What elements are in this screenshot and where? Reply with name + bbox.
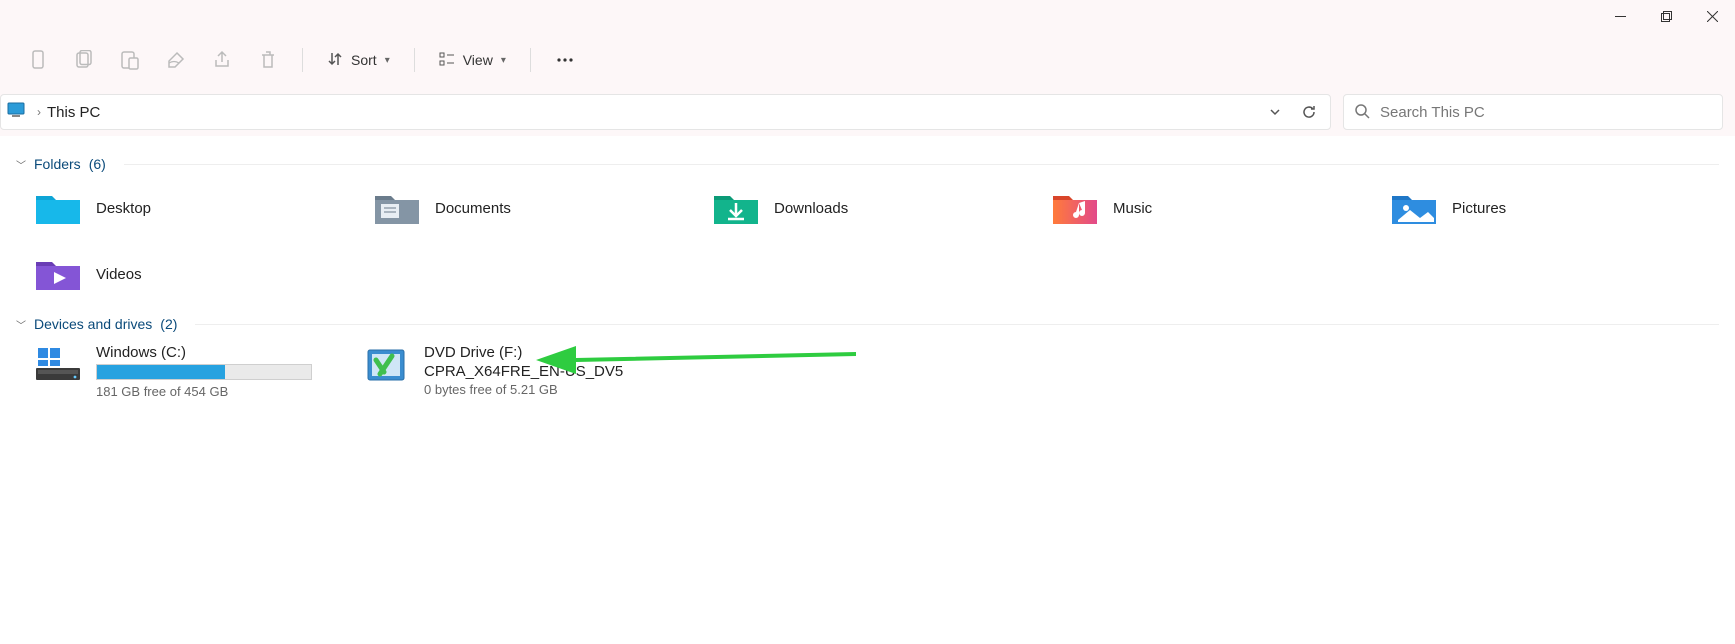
sort-label: Sort	[351, 52, 377, 68]
drive-dvd-f[interactable]: DVD Drive (F:) CPRA_X64FRE_EN-US_DV5 0 b…	[362, 344, 662, 399]
copy-icon	[74, 50, 94, 70]
view-icon	[439, 51, 455, 70]
drive-free-text: 181 GB free of 454 GB	[96, 384, 312, 399]
view-button[interactable]: View ▾	[429, 40, 516, 80]
music-folder-icon	[1051, 188, 1099, 228]
rename-button[interactable]	[156, 40, 196, 80]
folder-downloads[interactable]: Downloads	[712, 184, 1041, 232]
collapse-icon: ﹀	[16, 317, 26, 332]
more-button[interactable]	[545, 40, 585, 80]
breadcrumb-location[interactable]: This PC	[47, 104, 100, 121]
group-count: (6)	[89, 156, 106, 172]
breadcrumb-separator-icon: ›	[37, 105, 41, 119]
close-button[interactable]	[1689, 0, 1735, 32]
drive-name: Windows (C:)	[96, 344, 312, 361]
folder-pictures[interactable]: Pictures	[1390, 184, 1719, 232]
group-header-drives[interactable]: ﹀ Devices and drives (2)	[16, 316, 1719, 332]
group-header-folders[interactable]: ﹀ Folders (6)	[16, 156, 1719, 172]
drive-name-line2: CPRA_X64FRE_EN-US_DV5	[424, 363, 623, 380]
dvd-drive-icon	[362, 344, 410, 384]
toolbar-separator	[530, 48, 531, 72]
pictures-folder-icon	[1390, 188, 1438, 228]
os-drive-icon	[34, 344, 82, 384]
folder-label: Pictures	[1452, 200, 1506, 217]
view-label: View	[463, 52, 493, 68]
drive-free-text: 0 bytes free of 5.21 GB	[424, 382, 623, 397]
drive-usage-bar	[96, 364, 312, 380]
toolbar-separator	[302, 48, 303, 72]
documents-folder-icon	[373, 188, 421, 228]
folder-label: Videos	[96, 266, 142, 283]
command-toolbar: Sort ▾ View ▾	[0, 32, 1735, 88]
group-count: (2)	[160, 316, 177, 332]
search-icon	[1354, 103, 1370, 122]
folder-music[interactable]: Music	[1051, 184, 1380, 232]
cut-button[interactable]	[18, 40, 58, 80]
paste-icon	[120, 50, 140, 70]
more-icon	[555, 50, 575, 70]
collapse-icon: ﹀	[16, 157, 26, 172]
drive-name-line1: DVD Drive (F:)	[424, 344, 623, 361]
chevron-down-icon: ▾	[501, 55, 506, 66]
folder-label: Documents	[435, 200, 511, 217]
address-bar[interactable]: › This PC	[0, 94, 1331, 130]
toolbar-separator	[414, 48, 415, 72]
search-input[interactable]	[1380, 104, 1712, 121]
folders-grid: Desktop Documents Downloads Music Pictur	[16, 184, 1719, 298]
rename-icon	[166, 50, 186, 70]
minimize-button[interactable]	[1597, 0, 1643, 32]
sort-icon	[327, 51, 343, 70]
folder-label: Desktop	[96, 200, 151, 217]
address-history-button[interactable]	[1258, 95, 1292, 129]
paste-button[interactable]	[110, 40, 150, 80]
folder-videos[interactable]: Videos	[34, 250, 363, 298]
refresh-icon	[1301, 104, 1317, 120]
share-button[interactable]	[202, 40, 242, 80]
delete-button[interactable]	[248, 40, 288, 80]
folder-label: Music	[1113, 200, 1152, 217]
sort-button[interactable]: Sort ▾	[317, 40, 400, 80]
maximize-button[interactable]	[1643, 0, 1689, 32]
copy-button[interactable]	[64, 40, 104, 80]
group-label: Folders	[34, 156, 81, 172]
desktop-folder-icon	[34, 188, 82, 228]
folder-documents[interactable]: Documents	[373, 184, 702, 232]
chevron-down-icon	[1269, 106, 1281, 118]
folder-label: Downloads	[774, 200, 848, 217]
chevron-down-icon: ▾	[385, 55, 390, 66]
share-icon	[212, 50, 232, 70]
group-label: Devices and drives	[34, 316, 152, 332]
this-pc-icon	[7, 102, 25, 122]
drives-row: Windows (C:) 181 GB free of 454 GB DVD D…	[16, 344, 1719, 399]
videos-folder-icon	[34, 254, 82, 294]
refresh-button[interactable]	[1292, 95, 1326, 129]
delete-icon	[259, 50, 277, 70]
search-box[interactable]	[1343, 94, 1723, 130]
address-search-row: › This PC	[0, 88, 1735, 136]
downloads-folder-icon	[712, 188, 760, 228]
folder-desktop[interactable]: Desktop	[34, 184, 363, 232]
content-area: ﹀ Folders (6) Desktop Documents Download…	[0, 136, 1735, 644]
drive-windows-c[interactable]: Windows (C:) 181 GB free of 454 GB	[34, 344, 334, 399]
cut-icon	[29, 50, 47, 70]
titlebar	[0, 0, 1735, 32]
